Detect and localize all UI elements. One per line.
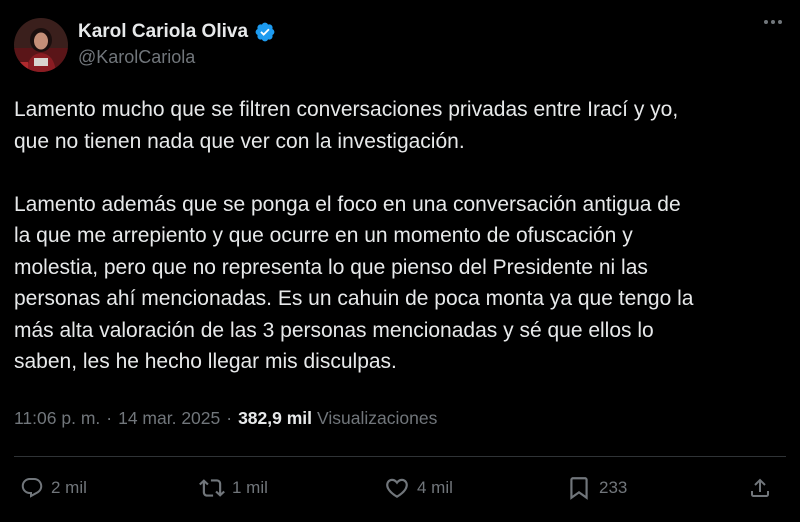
tweet-text-line: Lamento mucho que se filtren conversacio… [14, 98, 679, 121]
more-options-icon[interactable] [764, 20, 782, 24]
tweet-text-line: personas ahí mencionadas. Es un cahuin d… [14, 287, 694, 310]
views-label: Visualizaciones [317, 408, 438, 428]
tweet: Karol Cariola Oliva @KarolCariola Lament… [0, 0, 800, 522]
retweet-icon [199, 479, 225, 497]
like-icon [386, 478, 408, 498]
tweet-time[interactable]: 11:06 p. m. [14, 408, 100, 429]
like-button[interactable]: 4 mil [384, 470, 453, 506]
avatar[interactable] [14, 18, 68, 72]
bookmark-button[interactable]: 233 [566, 470, 627, 506]
verified-badge-icon[interactable] [254, 21, 276, 43]
tweet-text-line: molestia, pero que no representa lo que … [14, 255, 648, 279]
like-count: 4 mil [417, 478, 453, 497]
tweet-text-line: más alta valoración de las 3 personas me… [14, 318, 654, 342]
reply-count: 2 mil [51, 478, 87, 497]
reply-button[interactable]: 2 mil [20, 470, 87, 506]
tweet-text-line: que no tienen nada que ver con la invest… [14, 129, 465, 153]
divider [14, 456, 786, 457]
tweet-text: Lamento mucho que se filtren conversacio… [14, 94, 784, 378]
action-bar: 2 mil 1 mil 4 mil 233 [0, 470, 800, 506]
bookmark-count: 233 [599, 478, 628, 497]
repost-count: 1 mil [232, 478, 268, 497]
tweet-meta: 11:06 p. m. · 14 mar. 2025 · 382,9 mil V… [14, 408, 437, 429]
tweet-text-line: Lamento además que se ponga el foco en u… [14, 192, 681, 216]
reply-icon [21, 478, 43, 498]
meta-separator: · [106, 408, 113, 428]
dot [778, 20, 782, 24]
bookmark-icon [570, 477, 588, 500]
share-icon [751, 478, 769, 497]
meta-separator: · [226, 408, 233, 428]
author-name-row: Karol Cariola Oliva [78, 19, 276, 45]
tweet-date[interactable]: 14 mar. 2025 [118, 408, 220, 429]
dot [771, 20, 775, 24]
author-display-name[interactable]: Karol Cariola Oliva [78, 21, 248, 43]
dot [764, 20, 768, 24]
tweet-text-line: saben, les he hecho llegar mis disculpas… [14, 350, 397, 373]
tweet-text-line: la que me arrepiento y que ocurre en un … [14, 224, 633, 247]
author-handle[interactable]: @KarolCariola [78, 47, 195, 68]
views-count: 382,9 mil [238, 408, 313, 428]
repost-button[interactable]: 1 mil [199, 470, 268, 506]
share-button[interactable] [748, 470, 772, 506]
avatar-image [14, 18, 68, 72]
